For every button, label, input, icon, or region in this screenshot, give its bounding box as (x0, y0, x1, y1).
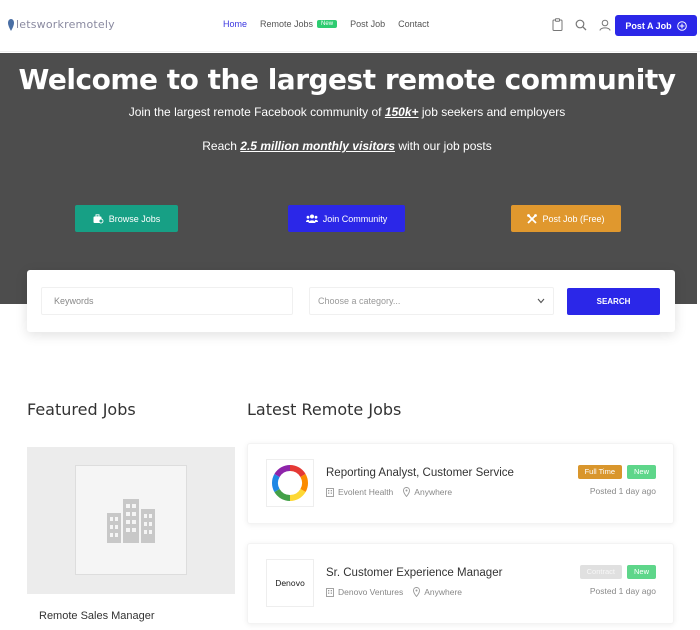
map-pin-icon (413, 587, 421, 597)
building-small-icon (326, 487, 334, 497)
location-text: Anywhere (424, 587, 463, 597)
job-card[interactable]: Denovo Sr. Customer Experience Manager D… (247, 543, 674, 624)
clipboard-icon[interactable] (552, 18, 563, 31)
nav-post-job[interactable]: Post Job (350, 19, 385, 29)
company-name[interactable]: Evolent Health (338, 487, 393, 497)
hero-title: Welcome to the largest remote community (18, 63, 676, 96)
browse-jobs-button[interactable]: Browse Jobs (75, 205, 178, 232)
join-community-button[interactable]: Join Community (288, 205, 405, 232)
hero-sub1-pre: Join the largest remote Facebook communi… (128, 105, 385, 119)
job-title[interactable]: Reporting Analyst, Customer Service (326, 467, 514, 479)
hero-sub2-post: with our job posts (395, 139, 492, 153)
latest-jobs-heading: Latest Remote Jobs (247, 400, 402, 419)
category-select[interactable]: Choose a category... (309, 287, 554, 315)
evolent-logo-icon (272, 464, 308, 502)
job-title[interactable]: Sr. Customer Experience Manager (326, 567, 502, 579)
hero-sub1-post: job seekers and employers (418, 105, 566, 119)
hero-subtitle-community: Join the largest remote Facebook communi… (0, 105, 694, 119)
user-icon[interactable] (599, 19, 611, 31)
briefcase-search-icon (93, 213, 104, 223)
join-community-label: Join Community (322, 213, 388, 224)
nav-contact[interactable]: Contact (398, 19, 429, 29)
post-a-job-button[interactable]: Post A Job (615, 15, 697, 36)
job-meta: Evolent Health Anywhere (326, 487, 452, 497)
logo-text: letsworkremotely (16, 18, 115, 31)
company-logo (266, 459, 314, 507)
users-icon (305, 214, 318, 223)
post-job-free-label: Post Job (Free) (542, 213, 605, 224)
job-card[interactable]: Reporting Analyst, Customer Service Evol… (247, 443, 674, 524)
featured-jobs-heading: Featured Jobs (27, 400, 136, 419)
job-badges: Full Time New (577, 465, 656, 479)
job-type-badge: Contract (579, 565, 622, 579)
hero-sub2-pre: Reach (202, 139, 241, 153)
search-button[interactable]: SEARCH (567, 288, 660, 315)
location: Anywhere (413, 587, 462, 597)
header-icons (552, 18, 611, 31)
post-job-free-button[interactable]: Post Job (Free) (511, 205, 621, 232)
nav-remote-jobs[interactable]: Remote Jobs New (260, 19, 338, 29)
nav-home[interactable]: Home (223, 19, 247, 29)
location-text: Anywhere (414, 487, 453, 497)
location: Anywhere (403, 487, 452, 497)
posted-date: Posted 1 day ago (589, 586, 656, 596)
building-icon (107, 499, 155, 543)
browse-jobs-label: Browse Jobs (108, 213, 161, 224)
building-small-icon (326, 587, 334, 597)
post-a-job-label: Post A Job (625, 20, 672, 31)
job-meta: Denovo Ventures Anywhere (326, 587, 462, 597)
new-badge: New (317, 20, 338, 28)
hero-subtitle-visitors: Reach 2.5 million monthly visitors with … (0, 139, 694, 153)
featured-job-title[interactable]: Remote Sales Manager (39, 610, 155, 622)
job-type-badge: Full Time (577, 465, 622, 479)
hero-sub2-highlight[interactable]: 2.5 million monthly visitors (240, 139, 395, 153)
logo-pin-icon (8, 18, 14, 31)
posted-date: Posted 1 day ago (589, 486, 656, 496)
job-search-form: Choose a category... SEARCH (27, 270, 675, 332)
category-select-value: Choose a category... (318, 296, 401, 306)
main-nav: Home Remote Jobs New Post Job Contact (223, 19, 442, 29)
site-header: letsworkremotely Home Remote Jobs New Po… (0, 0, 700, 52)
building-placeholder (75, 465, 187, 575)
denovo-logo-text: Denovo (275, 578, 305, 588)
featured-job-image (27, 447, 235, 594)
site-logo[interactable]: letsworkremotely (8, 18, 115, 31)
new-badge: New (626, 465, 656, 479)
job-badges: Contract New (579, 565, 656, 579)
hero-sub1-highlight[interactable]: 150k+ (385, 105, 419, 119)
tools-icon (527, 213, 538, 224)
company-logo: Denovo (266, 559, 314, 607)
search-icon[interactable] (575, 19, 587, 31)
new-badge: New (626, 565, 656, 579)
featured-job-card[interactable]: Remote Sales Manager (27, 447, 235, 630)
plus-circle-icon (676, 20, 687, 31)
keywords-input[interactable] (41, 287, 293, 315)
company-name[interactable]: Denovo Ventures (338, 587, 403, 597)
nav-remote-jobs-label: Remote Jobs (260, 19, 314, 29)
hero-banner: Welcome to the largest remote community … (0, 53, 697, 304)
chevron-down-icon (537, 298, 545, 304)
map-pin-icon (403, 487, 411, 497)
